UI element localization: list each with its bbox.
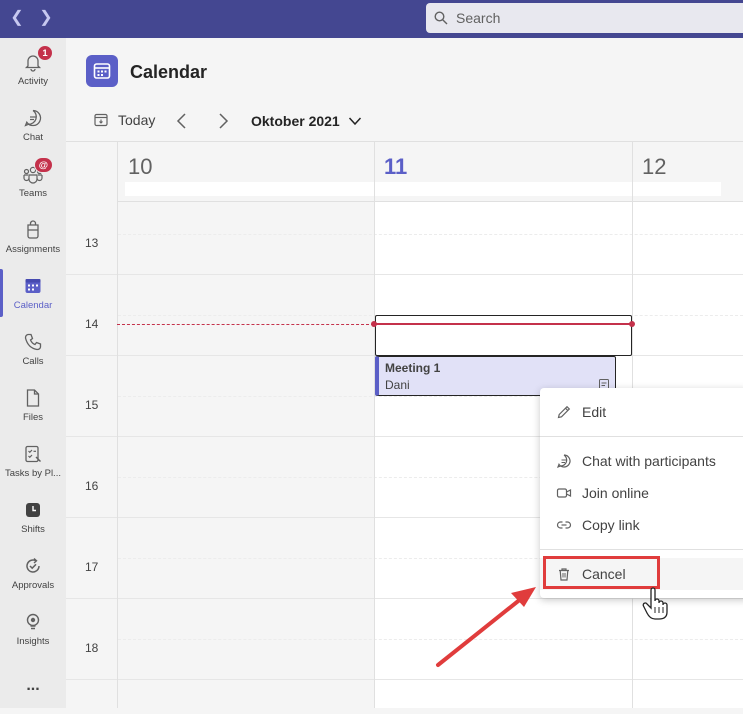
event-context-menu: Edit Chat with participants Join online … [540,388,743,598]
menu-item-chat-with-participants[interactable]: Chat with participants [540,445,743,477]
hour-label: 17 [85,560,99,574]
rail-item-assignments[interactable]: Assignments [0,209,66,265]
menu-item-copy-link[interactable]: Copy link [540,509,743,541]
approvals-icon [22,555,44,577]
rail-label: Approvals [11,580,55,591]
video-camera-icon [556,488,572,498]
menu-item-label: Join online [582,485,649,501]
search-icon [434,11,448,25]
search-input[interactable]: Search [426,3,743,33]
current-time-line [374,323,632,325]
previous-week-icon[interactable] [172,110,192,132]
tasks-icon [22,443,44,465]
next-week-icon[interactable] [213,110,233,132]
hour-label: 15 [85,398,99,412]
mention-badge: @ [33,157,53,173]
month-picker[interactable]: Oktober 2021 [251,113,362,129]
current-time-dot [629,321,635,327]
day-number: 12 [642,154,667,179]
day-separator [374,142,375,708]
rail-label: Shifts [21,524,45,535]
today-icon [94,113,108,127]
event-title: Meeting 1 [385,361,441,375]
app-rail: 1 Activity Chat @ Teams Assignments Cale… [0,38,66,708]
link-icon [556,521,572,529]
today-button[interactable]: Today [94,112,155,128]
day-number: 10 [128,154,153,179]
menu-separator [540,436,743,437]
calendar-toolbar: Today Oktober 2021 [66,100,743,142]
rail-label: Activity [17,76,49,87]
day-separator [117,142,118,708]
rail-item-insights[interactable]: Insights [0,601,66,657]
rail-label: Teams [19,188,47,199]
calendar-icon [22,275,44,297]
rail-more-button[interactable]: ... [0,658,66,714]
hour-line [66,679,743,680]
rail-item-shifts[interactable]: Shifts [0,489,66,545]
pencil-icon [557,405,571,419]
rail-label: Tasks by Pl... [5,468,61,479]
lightbulb-icon [22,611,44,633]
half-hour-line [118,639,743,640]
rail-label: Files [22,412,44,423]
menu-item-label: Copy link [582,517,640,533]
menu-item-label: Edit [582,404,607,420]
rail-item-calendar[interactable]: Calendar [0,265,66,321]
bell-icon: 1 [22,45,53,73]
rail-item-teams[interactable]: @ Teams [0,153,66,209]
calendar-app-icon [86,55,118,87]
hour-label: 13 [85,236,99,250]
title-bar: ❮ ❯ Search [0,0,743,38]
rail-label: Calls [22,356,44,367]
rail-item-calls[interactable]: Calls [0,321,66,377]
month-label: Oktober 2021 [251,113,340,129]
clock-icon [22,499,44,521]
file-icon [22,387,44,409]
more-icon: ... [26,677,40,694]
menu-item-label: Cancel [582,566,626,582]
current-time-dot [371,321,377,327]
hour-line [66,274,743,275]
activity-badge: 1 [37,45,53,61]
hour-label: 16 [85,479,99,493]
assignments-icon [22,219,44,241]
search-placeholder: Search [456,10,501,26]
menu-item-join-online[interactable]: Join online [540,477,743,509]
time-gutter [66,142,118,708]
selected-time-slot[interactable] [375,315,632,356]
trash-icon [559,568,569,581]
rail-label: Calendar [13,300,53,311]
page-title: Calendar [130,62,208,82]
menu-item-label: Chat with participants [582,453,716,469]
chat-icon [22,107,44,129]
phone-icon [22,331,44,353]
menu-item-edit[interactable]: Edit [540,396,743,428]
rail-item-chat[interactable]: Chat [0,97,66,153]
back-icon[interactable]: ❮ [7,6,27,30]
menu-item-cancel[interactable]: Cancel [540,558,743,590]
current-time-line-past [117,324,374,325]
rail-label: Insights [16,636,50,647]
half-hour-line [118,234,743,235]
teams-icon: @ [22,157,53,185]
rail-label: Assignments [5,244,61,255]
hour-label: 14 [85,317,99,331]
rail-item-activity[interactable]: 1 Activity [0,41,66,97]
today-label: Today [118,112,156,128]
rail-item-tasks[interactable]: Tasks by Pl... [0,433,66,489]
hand-cursor-icon [642,587,668,620]
past-day-shade [118,202,374,708]
chat-icon [556,454,571,469]
rail-label: Chat [22,132,44,143]
rail-item-files[interactable]: Files [0,377,66,433]
chevron-down-icon [348,117,361,126]
page-header: Calendar [66,38,743,100]
menu-separator [540,549,743,550]
forward-icon[interactable]: ❯ [36,6,56,30]
hour-label: 18 [85,641,99,655]
day-number-current: 11 [384,154,408,179]
rail-item-approvals[interactable]: Approvals [0,545,66,601]
